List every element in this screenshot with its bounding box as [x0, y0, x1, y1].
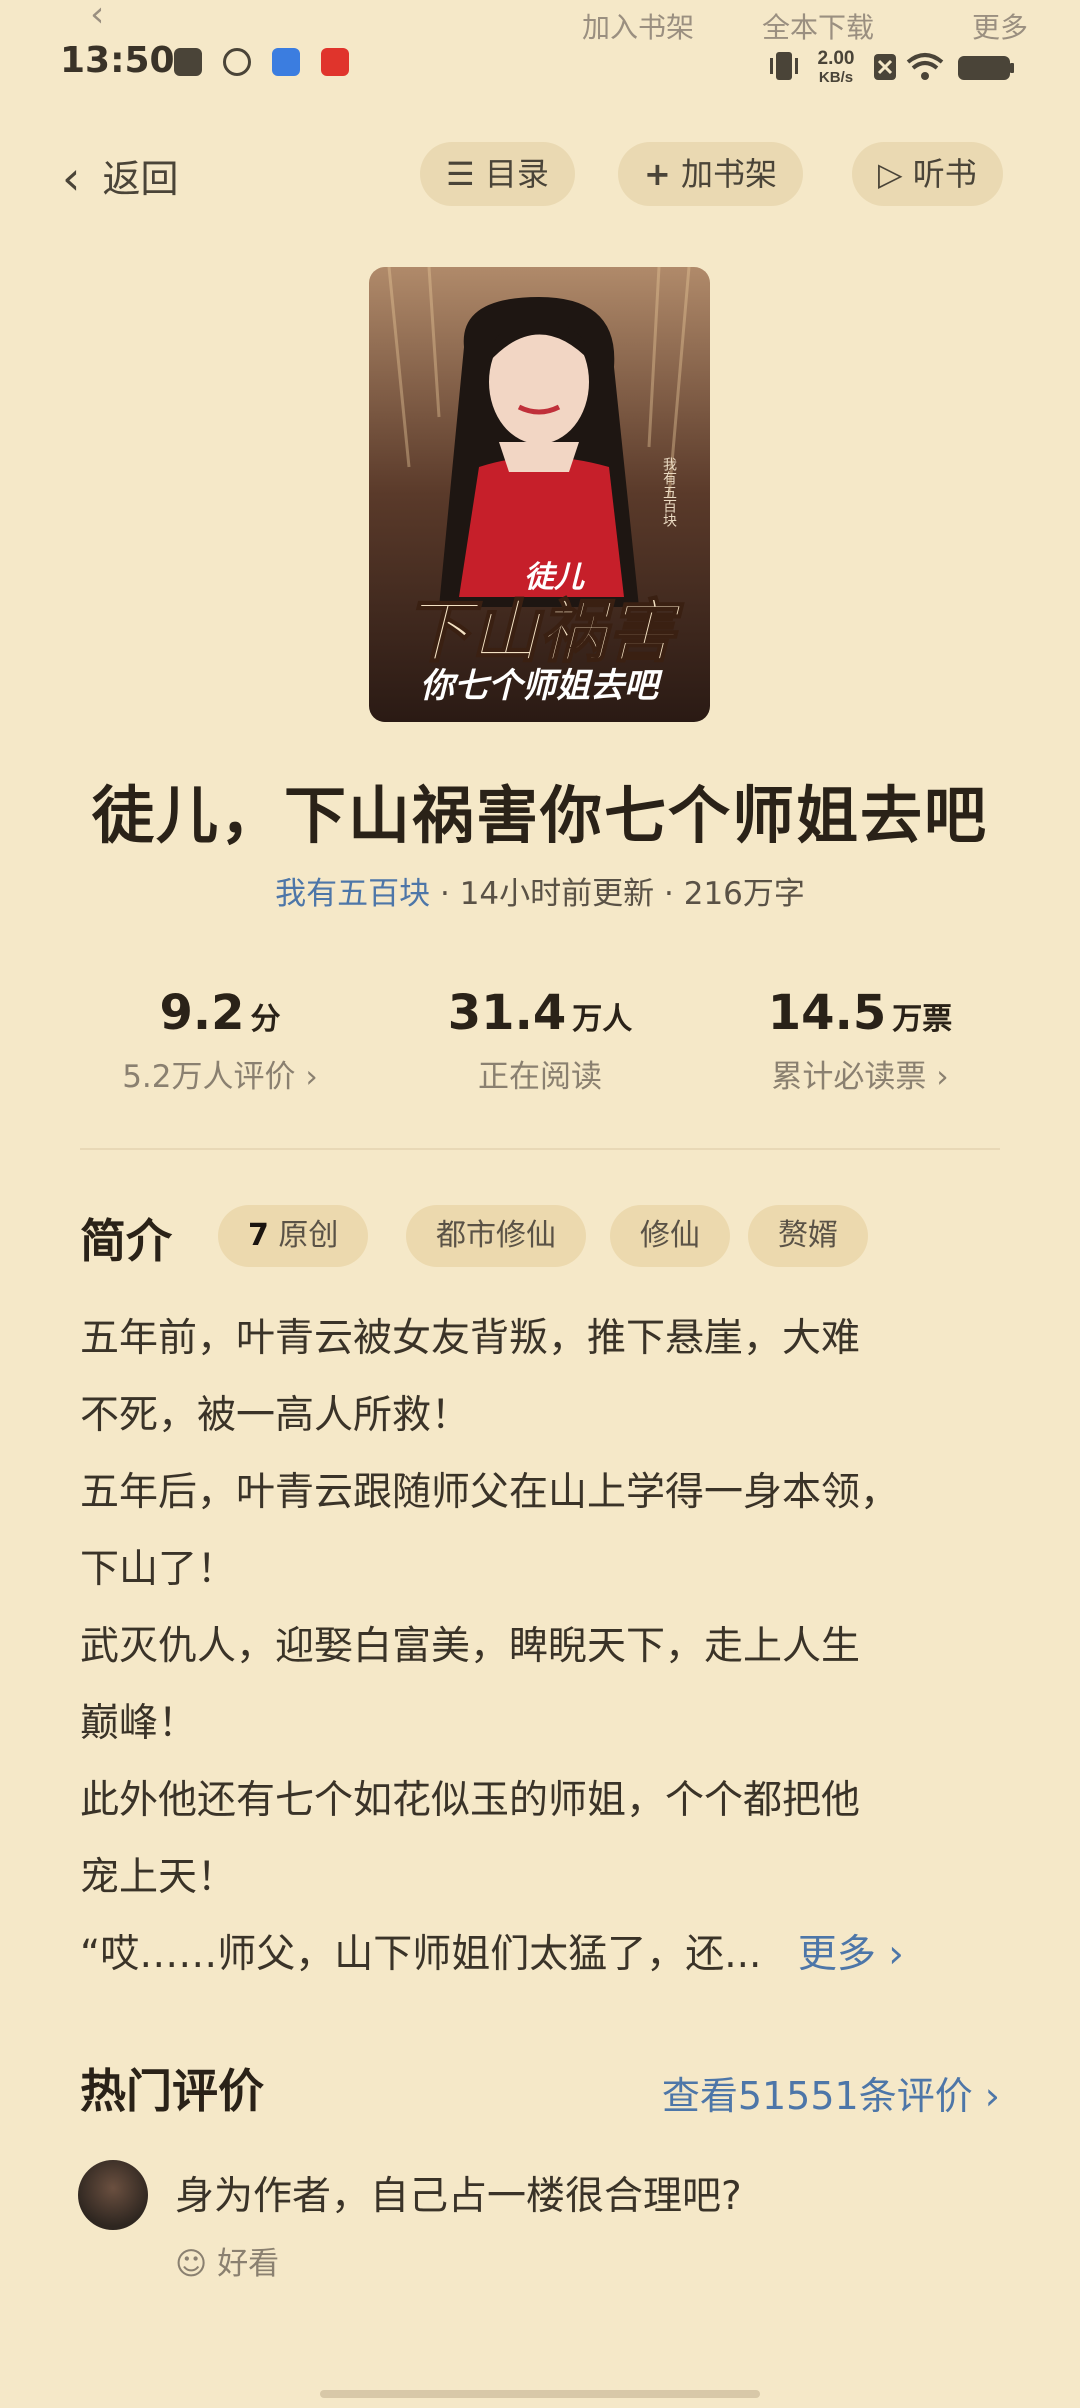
- chevron-right-icon: ›: [295, 1059, 318, 1095]
- cloud-icon: [272, 48, 301, 76]
- readers-unit: 万人: [572, 1002, 633, 1037]
- intro-line: 下山了！: [80, 1547, 237, 1592]
- votes-label: 累计必读票: [771, 1059, 927, 1095]
- app-icon: [223, 48, 252, 76]
- view-all-label: 查看51551条评价: [661, 2074, 973, 2118]
- system-status-icons: 2.00 KB/s: [770, 46, 1020, 90]
- readers-value: 31.4: [447, 985, 567, 1041]
- readers-label: 正在阅读: [478, 1059, 602, 1095]
- listen-label: 听书: [912, 155, 977, 193]
- cover-author-text: 我有五百块: [661, 457, 677, 527]
- intro-line: 宠上天！: [80, 1855, 237, 1900]
- chevron-right-icon: ›: [972, 2074, 1000, 2118]
- play-icon: ▷: [878, 155, 903, 193]
- status-bar: 13:50 2.00 KB/s: [0, 40, 1080, 90]
- catalog-label: 目录: [484, 155, 549, 193]
- votes-unit: 万票: [892, 1002, 953, 1037]
- tag-son-in-law[interactable]: 赘婿: [748, 1205, 868, 1267]
- intro-line: 五年前，叶青云被女友背叛，推下悬崖，大难: [80, 1316, 861, 1361]
- rating-count: 5.2万人评价: [122, 1059, 296, 1095]
- net-speed-value: 2.00: [818, 48, 855, 69]
- tag-cultivation[interactable]: 修仙: [610, 1205, 730, 1267]
- avatar[interactable]: [78, 2160, 148, 2230]
- back-chevron-ghost-icon: ‹: [90, 0, 105, 35]
- cover-small-title: 徒儿: [524, 560, 585, 595]
- tag-urban-cultivation[interactable]: 都市修仙: [406, 1205, 586, 1267]
- rating-value: 9.2: [159, 985, 245, 1041]
- add-to-shelf-label: 加书架: [680, 155, 777, 193]
- intro-line-last: “哎……师父，山下师姐们太猛了，还... 更多 ›: [80, 1916, 1010, 1993]
- chevron-right-icon: ›: [875, 1932, 904, 1977]
- divider: [80, 1148, 1000, 1150]
- book-title: 徒儿，下山祸害你七个师姐去吧: [91, 779, 988, 852]
- chevron-left-icon: ‹: [62, 151, 81, 205]
- reaction-label: 好看: [217, 2246, 280, 2282]
- rating-unit: 分: [250, 1002, 281, 1037]
- votes-value: 14.5: [767, 985, 887, 1041]
- intro-text: 五年前，叶青云被女友背叛，推下悬崖，大难 不死，被一高人所救！ 五年后，叶青云跟…: [80, 1300, 1010, 1993]
- votes-stat[interactable]: 14.5 万票 累计必读票 ›: [680, 985, 1040, 1096]
- net-speed-unit: KB/s: [819, 69, 853, 86]
- vibrate-icon: [770, 52, 798, 80]
- smile-icon: ☺: [175, 2246, 208, 2282]
- tag-label: 原创: [278, 1218, 339, 1253]
- top-nav: ‹ 返回 ☰ 目录 + 加书架 ▷ 听书: [0, 140, 1080, 210]
- sim-off-icon: [874, 54, 896, 80]
- reviews-heading: 热门评价: [80, 2064, 264, 2118]
- wifi-icon: [906, 53, 944, 80]
- review-text: 身为作者，自己占一楼很合理吧?: [175, 2174, 742, 2219]
- catalog-button[interactable]: ☰ 目录: [420, 142, 575, 206]
- battery-icon: [958, 56, 1014, 80]
- intro-line: “哎……师父，山下师姐们太猛了，还...: [80, 1932, 762, 1977]
- intro-line: 不死，被一高人所救！: [80, 1393, 471, 1438]
- sto-icon: [321, 48, 350, 76]
- meta-dot: ·: [439, 876, 460, 912]
- readers-stat: 31.4 万人 正在阅读: [360, 985, 720, 1096]
- intro-line: 此外他还有七个如花似玉的师姐，个个都把他: [80, 1778, 861, 1823]
- tag-label: 修仙: [640, 1218, 700, 1253]
- update-time: 14小时前更新: [459, 876, 655, 912]
- status-time: 13:50: [60, 40, 175, 81]
- book-meta: 我有五百块 · 14小时前更新 · 216万字: [0, 868, 1080, 913]
- review-reaction[interactable]: ☺ 好看: [175, 2238, 279, 2283]
- more-label: 更多: [797, 1932, 876, 1977]
- intro-line: 巅峰！: [80, 1701, 198, 1746]
- notification-icons: [174, 48, 365, 76]
- listen-button[interactable]: ▷ 听书: [852, 142, 1003, 206]
- book-cover[interactable]: 我有五百块 徒儿 下山祸害 你七个师姐去吧: [369, 267, 710, 722]
- list-icon: ☰: [446, 155, 475, 193]
- home-indicator[interactable]: [320, 2390, 760, 2398]
- cover-big-title: 下山祸害: [403, 593, 684, 672]
- back-button[interactable]: ‹ 返回: [62, 148, 179, 205]
- tag-label: 赘婿: [778, 1218, 838, 1253]
- rating-stat[interactable]: 9.2 分 5.2万人评价 ›: [40, 985, 400, 1096]
- plus-icon: +: [644, 155, 671, 193]
- cover-sub-title: 你七个师姐去吧: [420, 666, 663, 706]
- chevron-right-icon: ›: [926, 1059, 949, 1095]
- tag-original[interactable]: 7 原创: [218, 1205, 369, 1267]
- intro-line: 武灭仇人，迎娶白富美，睥睨天下，走上人生: [80, 1624, 861, 1669]
- author-link[interactable]: 我有五百块: [275, 876, 430, 912]
- tag-label: 都市修仙: [436, 1218, 556, 1253]
- back-label: 返回: [102, 157, 179, 201]
- intro-line: 五年后，叶青云跟随师父在山上学得一身本领，: [80, 1470, 900, 1515]
- meta-dot: ·: [664, 876, 684, 912]
- view-all-reviews-link[interactable]: 查看51551条评价 ›: [662, 2065, 1000, 2120]
- intro-more-link[interactable]: 更多 ›: [798, 1932, 904, 1977]
- original-badge-icon: 7: [248, 1218, 269, 1253]
- message-icon: [174, 48, 202, 76]
- add-to-shelf-button[interactable]: + 加书架: [618, 142, 803, 206]
- word-count: 216万字: [683, 876, 805, 912]
- intro-heading: 简介: [80, 1214, 172, 1268]
